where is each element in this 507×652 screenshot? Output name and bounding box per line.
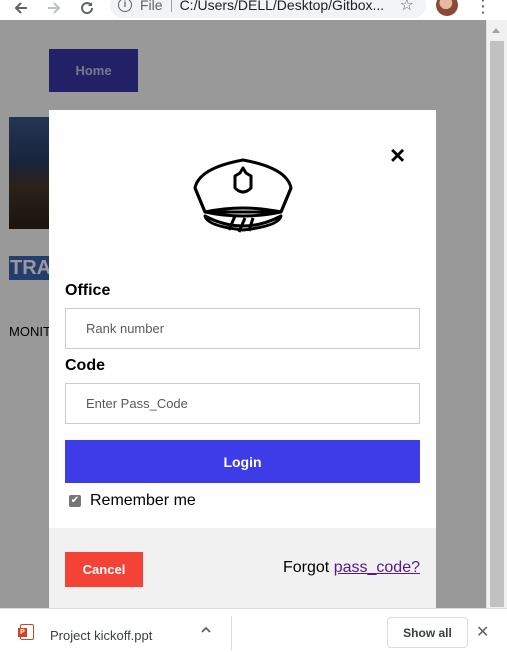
cancel-button[interactable]: Cancel (65, 552, 143, 587)
reload-icon[interactable] (76, 0, 98, 19)
vertical-scrollbar[interactable] (486, 20, 507, 608)
profile-avatar[interactable] (436, 0, 458, 16)
forgot-text: Forgot pass_code? (283, 559, 420, 577)
browser-toolbar: i File C:/Users/DELL/Desktop/Gitbox... ☆… (0, 0, 507, 20)
scrollbar-thumb[interactable] (490, 41, 504, 607)
police-cap-icon (193, 158, 293, 233)
modal-footer: Cancel Forgot pass_code? (49, 528, 436, 608)
login-button[interactable]: Login (65, 440, 420, 483)
forgot-label: Forgot (283, 559, 330, 576)
close-shelf-icon[interactable]: ✕ (476, 622, 489, 642)
url-scheme: File (140, 0, 163, 13)
pass-code-input[interactable] (65, 383, 420, 424)
close-icon[interactable]: × (390, 142, 405, 168)
url-separator (170, 0, 172, 12)
rank-number-input[interactable] (65, 308, 420, 349)
login-modal: × Office Code Login ✔ Remember me (49, 110, 436, 608)
address-bar[interactable]: i File C:/Users/DELL/Desktop/Gitbox... ☆ (110, 0, 426, 18)
code-label: Code (65, 357, 105, 374)
download-file-name[interactable]: Project kickoff.ppt (50, 628, 152, 643)
remember-me-row[interactable]: ✔ Remember me (69, 492, 196, 510)
forgot-pass-code-link[interactable]: pass_code? (334, 559, 420, 576)
scroll-up-arrow-icon[interactable] (492, 28, 500, 33)
powerpoint-file-icon: P (18, 624, 34, 640)
back-arrow-icon[interactable] (10, 0, 32, 19)
menu-kebab-icon[interactable]: ⋮ (474, 0, 492, 17)
chevron-up-icon[interactable] (200, 624, 212, 639)
remember-me-checkbox[interactable]: ✔ (69, 495, 81, 507)
office-label: Office (65, 282, 111, 299)
remember-me-label: Remember me (90, 492, 196, 509)
url-text: C:/Users/DELL/Desktop/Gitbox... (179, 0, 385, 13)
info-icon[interactable]: i (118, 0, 132, 12)
show-all-button[interactable]: Show all (387, 617, 468, 648)
star-icon[interactable]: ☆ (400, 0, 414, 15)
download-shelf: P Project kickoff.ppt Show all ✕ (0, 608, 507, 652)
shelf-divider (231, 616, 232, 650)
forward-arrow-icon[interactable] (43, 0, 65, 19)
page-viewport: Home TRA MONIT × Office Code (0, 20, 507, 608)
